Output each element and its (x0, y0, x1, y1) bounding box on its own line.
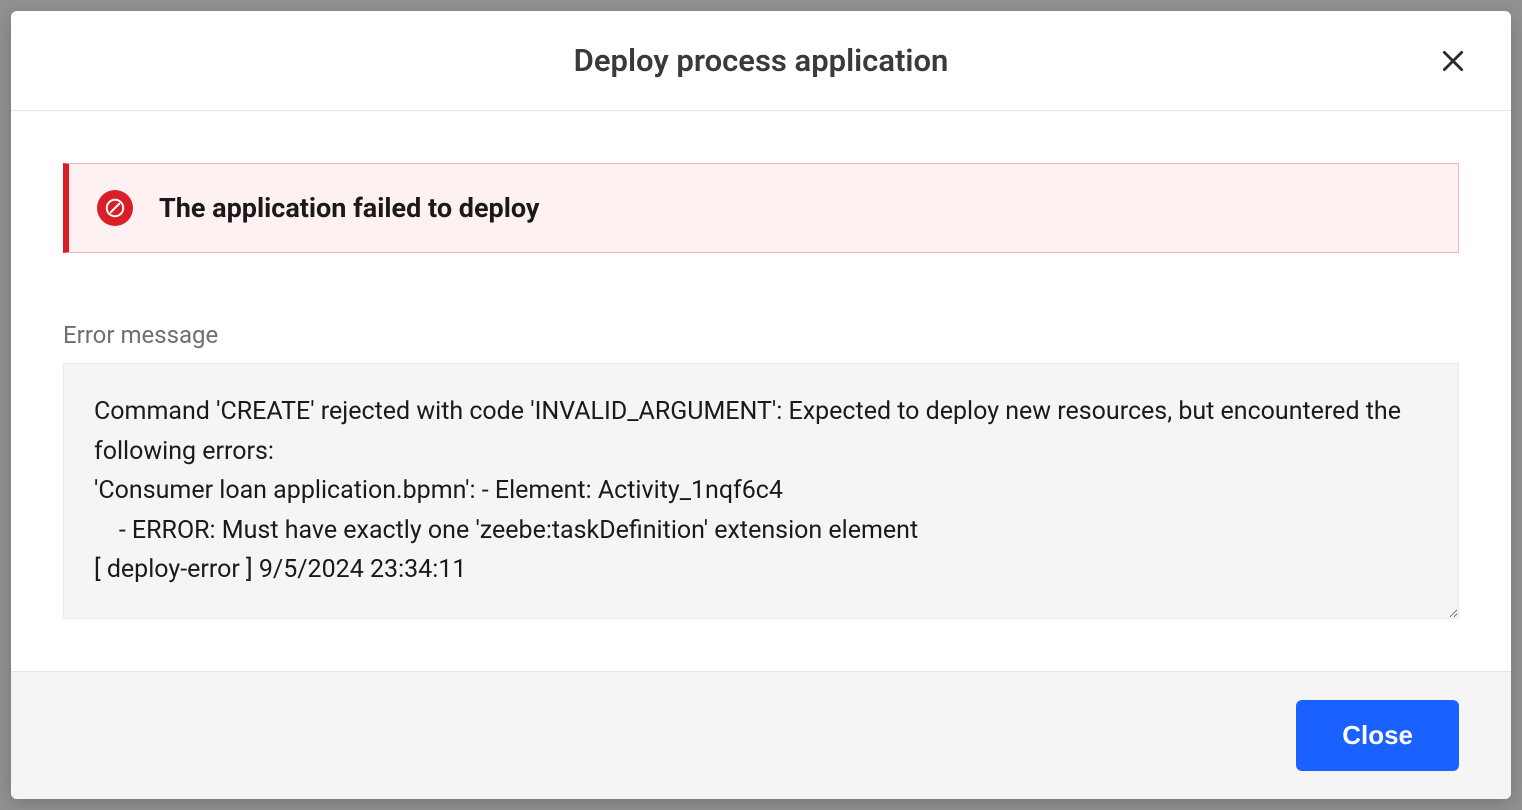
close-icon-button[interactable] (1433, 41, 1473, 81)
modal-body: The application failed to deploy Error m… (11, 111, 1511, 671)
error-icon (97, 190, 133, 226)
error-alert-text: The application failed to deploy (159, 192, 540, 224)
modal-header: Deploy process application (11, 11, 1511, 111)
deploy-modal: Deploy process application The applicati… (11, 11, 1511, 799)
error-alert: The application failed to deploy (63, 163, 1459, 253)
close-button[interactable]: Close (1296, 700, 1459, 771)
close-icon (1440, 48, 1466, 74)
error-message-box[interactable]: Command 'CREATE' rejected with code 'INV… (63, 363, 1459, 619)
modal-footer: Close (11, 671, 1511, 799)
error-message-label: Error message (63, 321, 1459, 349)
modal-title: Deploy process application (574, 42, 949, 79)
